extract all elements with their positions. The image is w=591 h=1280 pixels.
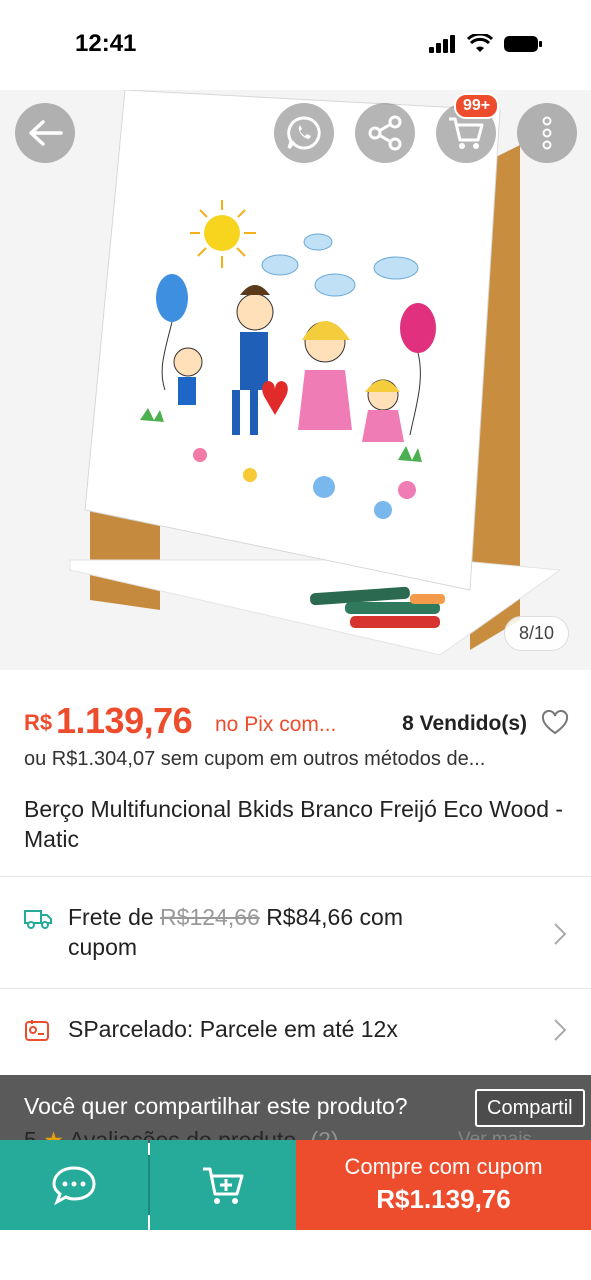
price-pix-note[interactable]: no Pix com...	[215, 713, 336, 737]
cart-icon	[449, 117, 484, 149]
alt-price[interactable]: ou R$1.304,07 sem cupom em outros método…	[24, 748, 485, 771]
back-button[interactable]	[15, 103, 75, 163]
share-icon	[368, 115, 402, 151]
share-banner: 5 ★ Avaliações do produto (2) Ver mais V…	[0, 1075, 591, 1143]
divider	[0, 876, 591, 877]
heart-icon[interactable]	[541, 710, 569, 736]
shipping-new-price: R$84,66 com	[266, 904, 403, 930]
whatsapp-button[interactable]	[274, 103, 334, 163]
price-currency: R$	[24, 710, 53, 735]
share-product-button[interactable]: Compartil	[475, 1089, 585, 1127]
bottom-action-bar: Compre com cupom R$1.139,76	[0, 1140, 591, 1230]
cart-count-badge: 99+	[454, 93, 500, 119]
product-illustration	[0, 90, 591, 670]
battery-icon	[504, 36, 542, 52]
chat-icon	[52, 1166, 96, 1206]
chevron-right-icon	[554, 1019, 567, 1041]
add-to-cart-icon	[203, 1167, 244, 1204]
buy-with-coupon-button[interactable]: Compre com cupom R$1.139,76	[296, 1140, 591, 1230]
installments-text: SParcelado: Parcele em até 12x	[68, 1016, 398, 1042]
buy-label: Compre com cupom	[344, 1154, 543, 1179]
chevron-right-icon	[554, 923, 567, 945]
sold-count: 8 Vendido(s)	[402, 712, 527, 735]
shipping-prefix: Frete de	[68, 904, 154, 930]
product-image[interactable]	[0, 90, 591, 670]
image-counter: 8/10	[503, 616, 569, 651]
divider	[0, 988, 591, 989]
installments-row[interactable]: SParcelado: Parcele em até 12x	[0, 1014, 591, 1050]
back-arrow-icon	[29, 120, 63, 146]
more-icon	[542, 116, 552, 150]
add-to-cart-button[interactable]	[150, 1140, 296, 1230]
buy-price: R$1.139,76	[376, 1184, 511, 1214]
wifi-icon	[467, 34, 493, 52]
home-indicator-area	[0, 1230, 591, 1280]
truck-icon	[24, 910, 52, 929]
share-prompt: Você quer compartilhar este produto?	[24, 1093, 408, 1119]
installment-icon	[25, 1020, 49, 1041]
status-bar: 12:41	[0, 0, 591, 90]
shipping-suffix: cupom	[68, 934, 138, 960]
status-icons	[429, 34, 543, 54]
shipping-old-price: R$124,66	[160, 904, 260, 930]
more-options-button[interactable]	[517, 103, 577, 163]
status-time: 12:41	[75, 30, 137, 57]
product-title: Berço Multifuncional Bkids Branco Freijó…	[24, 796, 564, 852]
shipping-text: Frete de R$124,66 R$84,66 com cupom	[68, 902, 403, 962]
cart-button[interactable]: 99+	[436, 93, 500, 163]
share-button[interactable]	[355, 103, 415, 163]
signal-icon	[429, 35, 455, 53]
whatsapp-icon	[287, 116, 321, 150]
shipping-row[interactable]: Frete de R$124,66 R$84,66 com cupom	[0, 902, 591, 972]
chat-button[interactable]	[0, 1140, 148, 1230]
price-value: 1.139,76	[56, 700, 193, 741]
price-row: R$ 1.139,76 no Pix com... 8 Vendido(s)	[24, 700, 569, 744]
